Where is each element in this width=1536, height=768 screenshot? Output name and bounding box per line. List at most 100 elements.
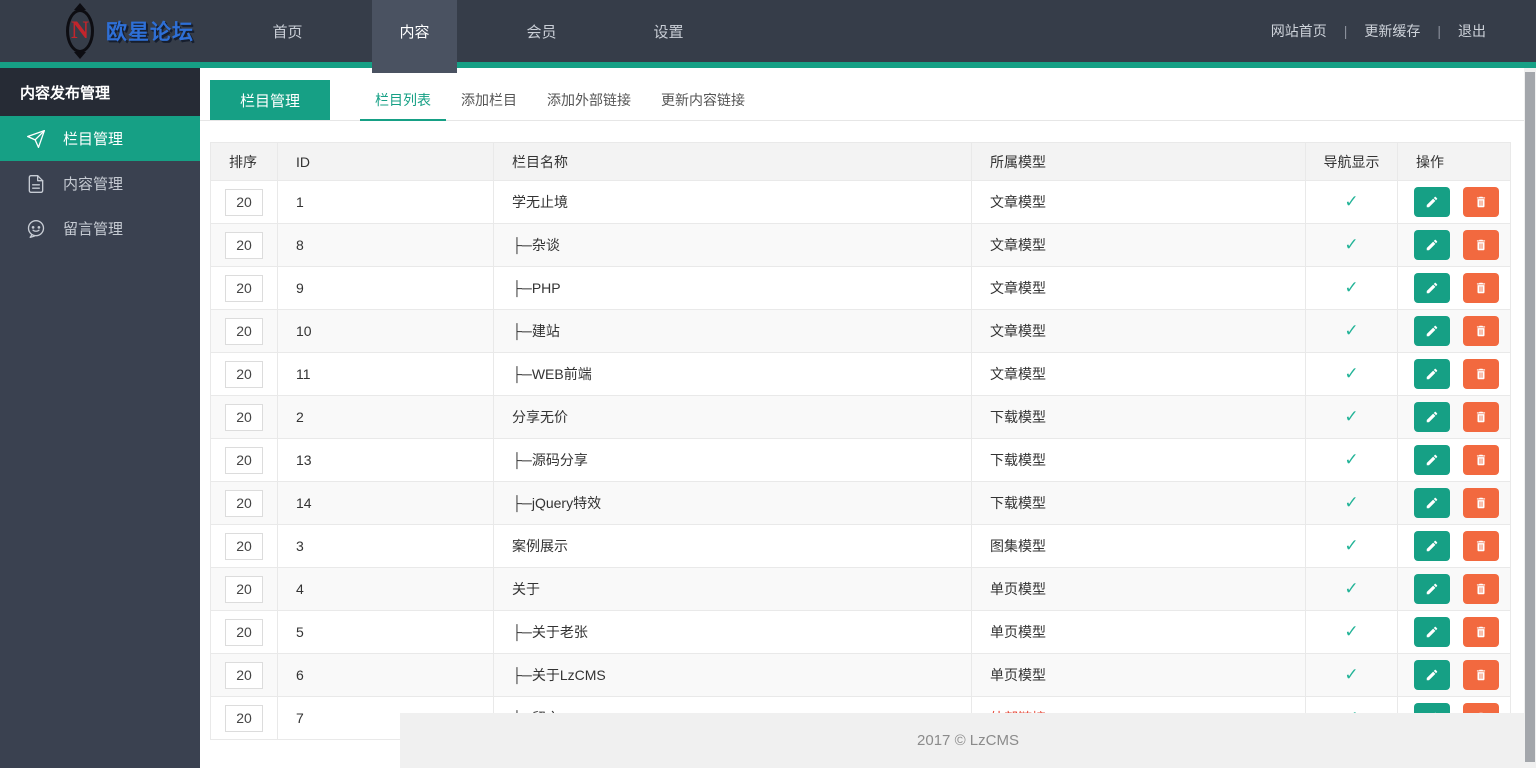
- edit-button[interactable]: [1414, 187, 1450, 217]
- model-cell: 文章模型: [971, 180, 1306, 224]
- sort-input[interactable]: 20: [225, 446, 263, 474]
- name-cell: 学无止境: [493, 180, 972, 224]
- name-cell: ├─关于LzCMS: [493, 653, 972, 697]
- trash-icon: [1476, 497, 1486, 509]
- model-cell: 文章模型: [971, 352, 1306, 396]
- category-name: 关于: [512, 581, 540, 597]
- delete-button[interactable]: [1463, 316, 1499, 346]
- id-cell: 4: [277, 567, 494, 611]
- update-cache-link[interactable]: 更新缓存: [1364, 21, 1420, 41]
- nav-item-members[interactable]: 会员: [478, 0, 605, 62]
- category-name: 学无止境: [512, 194, 568, 210]
- model-name: 图集模型: [990, 538, 1046, 554]
- tab-update-content-links[interactable]: 更新内容链接: [646, 80, 760, 121]
- sort-input[interactable]: 20: [225, 231, 263, 259]
- trash-icon: [1476, 583, 1486, 595]
- nav-display-cell: ✓: [1305, 223, 1398, 267]
- sort-input[interactable]: 20: [225, 575, 263, 603]
- edit-button[interactable]: [1414, 617, 1450, 647]
- nav-display-cell: ✓: [1305, 438, 1398, 482]
- sort-input[interactable]: 20: [225, 360, 263, 388]
- delete-button[interactable]: [1463, 660, 1499, 690]
- edit-button[interactable]: [1414, 488, 1450, 518]
- table-row: 20 4 关于 单页模型 ✓: [210, 567, 1511, 611]
- tab-add-external-link[interactable]: 添加外部链接: [532, 80, 646, 121]
- edit-button[interactable]: [1414, 230, 1450, 260]
- edit-button[interactable]: [1414, 402, 1450, 432]
- sort-input[interactable]: 20: [225, 489, 263, 517]
- table-row: 20 2 分享无价 下载模型 ✓: [210, 395, 1511, 439]
- delete-button[interactable]: [1463, 617, 1499, 647]
- delete-button[interactable]: [1463, 187, 1499, 217]
- pencil-icon: [1426, 411, 1438, 423]
- model-cell: 单页模型: [971, 610, 1306, 654]
- edit-button[interactable]: [1414, 316, 1450, 346]
- sort-cell: 20: [210, 395, 278, 439]
- col-name: 栏目名称: [493, 142, 972, 181]
- nav-item-home[interactable]: 首页: [224, 0, 351, 62]
- delete-button[interactable]: [1463, 402, 1499, 432]
- tab-add-category[interactable]: 添加栏目: [446, 80, 532, 121]
- name-cell: ├─杂谈: [493, 223, 972, 267]
- actions-cell: [1397, 309, 1511, 353]
- sidebar-item-category-management[interactable]: 栏目管理: [0, 116, 200, 161]
- edit-button[interactable]: [1414, 574, 1450, 604]
- table-row: 20 6 ├─关于LzCMS 单页模型 ✓: [210, 653, 1511, 697]
- scrollbar[interactable]: [1524, 68, 1536, 768]
- actions-cell: [1397, 481, 1511, 525]
- category-name: ├─杂谈: [512, 237, 560, 253]
- nav-display-cell: ✓: [1305, 266, 1398, 310]
- sort-input[interactable]: 20: [225, 188, 263, 216]
- delete-button[interactable]: [1463, 359, 1499, 389]
- check-icon: ✓: [1344, 235, 1359, 254]
- model-cell: 下载模型: [971, 481, 1306, 525]
- nav-item-settings[interactable]: 设置: [605, 0, 732, 62]
- delete-button[interactable]: [1463, 531, 1499, 561]
- edit-button[interactable]: [1414, 660, 1450, 690]
- actions-cell: [1397, 567, 1511, 611]
- id-cell: 1: [277, 180, 494, 224]
- edit-button[interactable]: [1414, 531, 1450, 561]
- sort-input[interactable]: 20: [225, 274, 263, 302]
- actions-cell: [1397, 180, 1511, 224]
- logo-letter: N: [70, 17, 90, 44]
- sort-input[interactable]: 20: [225, 618, 263, 646]
- col-id: ID: [277, 142, 494, 181]
- sort-input[interactable]: 20: [225, 403, 263, 431]
- sort-input[interactable]: 20: [225, 532, 263, 560]
- sidebar-item-label: 栏目管理: [63, 131, 124, 148]
- model-name: 下载模型: [990, 409, 1046, 425]
- sort-input[interactable]: 20: [225, 704, 263, 732]
- sort-input[interactable]: 20: [225, 661, 263, 689]
- logout-link[interactable]: 退出: [1458, 21, 1486, 41]
- delete-button[interactable]: [1463, 574, 1499, 604]
- model-cell: 单页模型: [971, 653, 1306, 697]
- delete-button[interactable]: [1463, 445, 1499, 475]
- site-home-link[interactable]: 网站首页: [1271, 21, 1327, 41]
- edit-button[interactable]: [1414, 359, 1450, 389]
- model-cell: 文章模型: [971, 266, 1306, 310]
- scrollbar-thumb[interactable]: [1525, 72, 1535, 762]
- check-icon: ✓: [1344, 192, 1359, 211]
- trash-icon: [1476, 196, 1486, 208]
- category-name: ├─WEB前端: [512, 366, 592, 382]
- category-management-button[interactable]: 栏目管理: [210, 80, 330, 120]
- sidebar-item-label: 留言管理: [63, 221, 124, 238]
- sort-input[interactable]: 20: [225, 317, 263, 345]
- edit-button[interactable]: [1414, 273, 1450, 303]
- nav-display-cell: ✓: [1305, 481, 1398, 525]
- name-cell: ├─建站: [493, 309, 972, 353]
- delete-button[interactable]: [1463, 273, 1499, 303]
- tab-category-list[interactable]: 栏目列表: [360, 80, 446, 121]
- nav-item-content[interactable]: 内容: [351, 0, 478, 73]
- table-row: 20 11 ├─WEB前端 文章模型 ✓: [210, 352, 1511, 396]
- logo-title: 欧星论坛: [106, 21, 194, 44]
- model-name: 文章模型: [990, 280, 1046, 296]
- sidebar-item-message-management[interactable]: 留言管理: [0, 206, 200, 251]
- delete-button[interactable]: [1463, 230, 1499, 260]
- edit-button[interactable]: [1414, 445, 1450, 475]
- check-icon: ✓: [1344, 450, 1359, 469]
- delete-button[interactable]: [1463, 488, 1499, 518]
- actions-cell: [1397, 223, 1511, 267]
- sidebar-item-content-management[interactable]: 内容管理: [0, 161, 200, 206]
